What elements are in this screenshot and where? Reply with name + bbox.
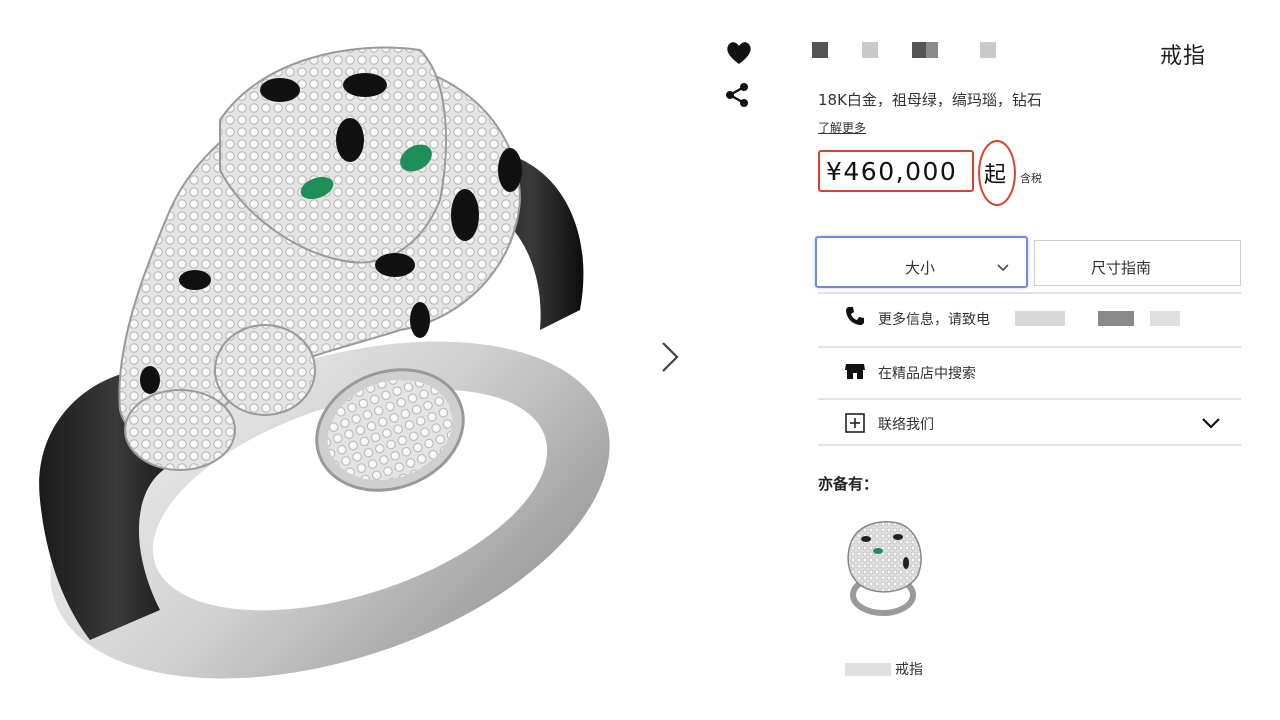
product-title: 戒指	[1160, 44, 1207, 69]
product-image	[20, 30, 630, 690]
product-materials: 18K白金，祖母绿，缟玛瑙，钻石	[818, 91, 1042, 109]
contact-us-text: 联络我们	[878, 417, 934, 433]
related-product-thumbnail[interactable]	[838, 515, 928, 625]
plus-square-icon	[844, 412, 866, 434]
share-icon[interactable]	[722, 80, 752, 110]
phone-icon	[844, 305, 866, 327]
size-select-label: 大小	[905, 259, 936, 277]
chevron-right-icon[interactable]	[655, 335, 685, 379]
phone-text: 更多信息，请致电	[878, 312, 990, 328]
divider	[818, 398, 1241, 400]
store-icon	[844, 360, 866, 382]
store-search-text: 在精品店中搜索	[878, 366, 976, 382]
heart-icon[interactable]	[724, 38, 754, 68]
divider	[818, 444, 1241, 446]
price-suffix: 起	[984, 163, 1007, 188]
also-available-heading: 亦备有：	[818, 475, 879, 493]
learn-more-link[interactable]: 了解更多	[818, 119, 866, 136]
tax-note: 含税	[1020, 172, 1042, 185]
price: ¥460,000	[826, 157, 958, 186]
divider	[818, 292, 1241, 294]
size-guide-label: 尺寸指南	[1091, 259, 1152, 277]
chevron-down-icon	[996, 258, 1010, 272]
related-product-name[interactable]: 戒指	[895, 659, 923, 679]
divider	[818, 346, 1241, 348]
chevron-down-icon[interactable]	[1200, 414, 1222, 436]
